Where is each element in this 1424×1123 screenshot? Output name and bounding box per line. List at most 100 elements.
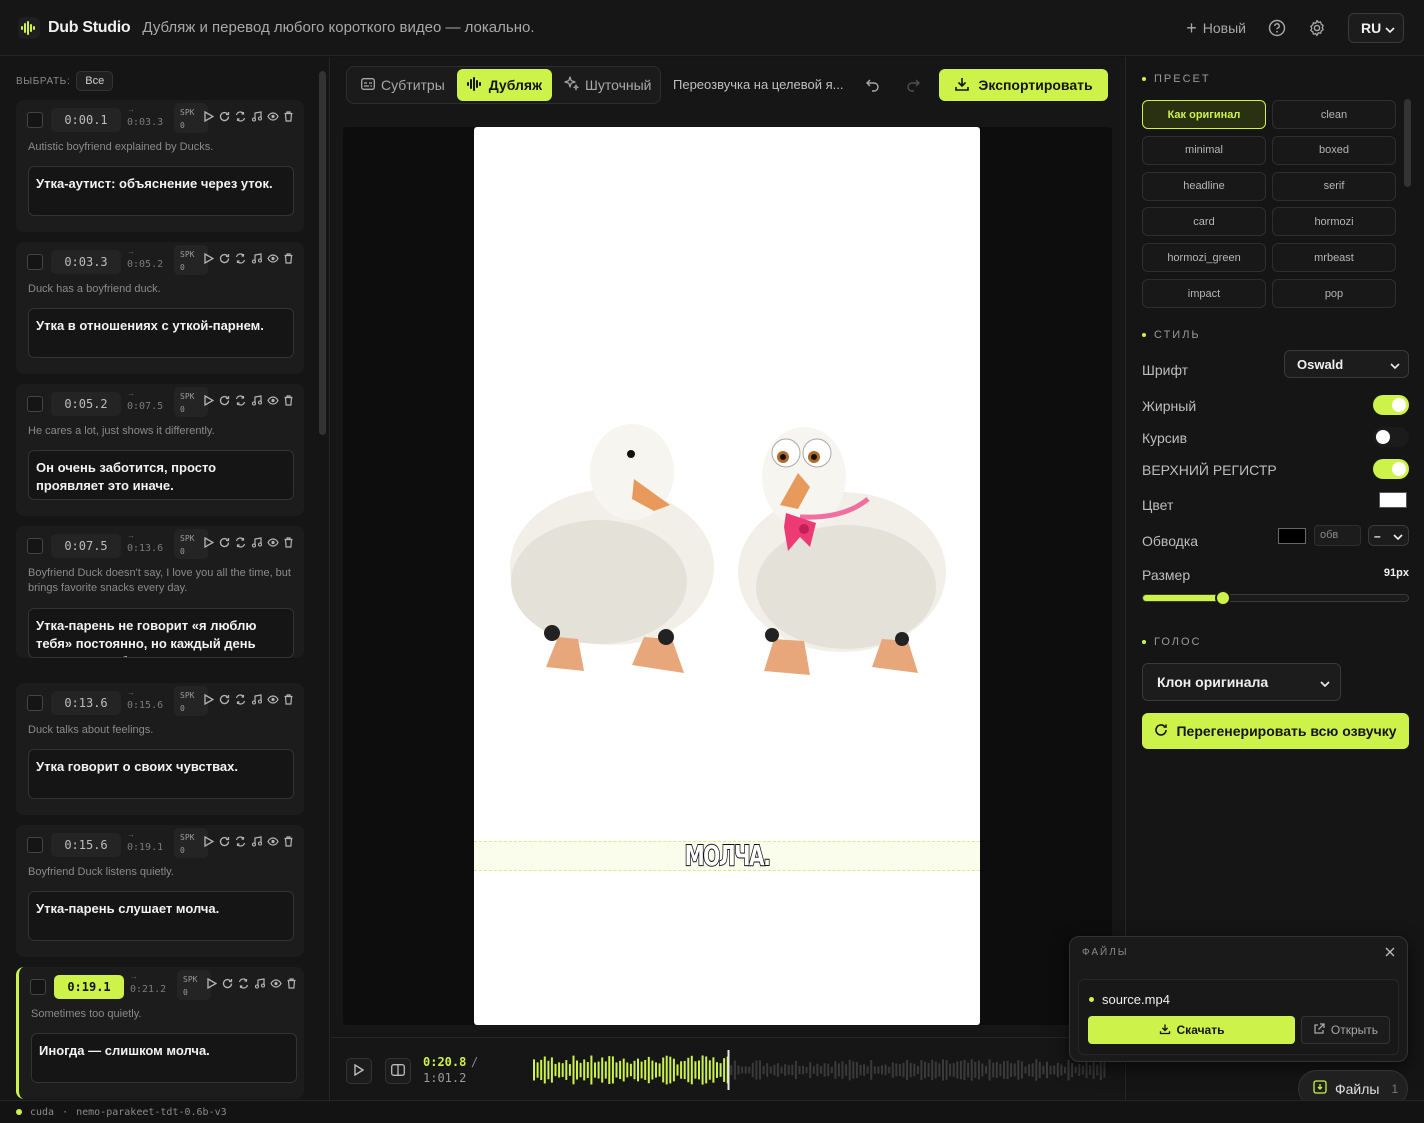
- play-icon[interactable]: [202, 394, 215, 407]
- segment-checkbox[interactable]: [27, 396, 43, 412]
- music-note-icon[interactable]: [250, 693, 263, 706]
- segment-checkbox[interactable]: [30, 979, 46, 995]
- music-note-icon[interactable]: [250, 536, 263, 549]
- segment-start-time[interactable]: 0:19.1: [54, 975, 124, 999]
- stroke-width-select[interactable]: –: [1368, 525, 1409, 546]
- segment-start-time[interactable]: 0:07.5: [51, 534, 121, 558]
- new-project-button[interactable]: + Новый: [1186, 19, 1246, 37]
- segment-checkbox[interactable]: [27, 254, 43, 270]
- preset-minimal[interactable]: minimal: [1142, 135, 1266, 165]
- segments-scrollbar[interactable]: [319, 71, 326, 435]
- brand[interactable]: Dub Studio: [18, 16, 131, 39]
- regenerate-icon[interactable]: [234, 252, 247, 265]
- presets-scrollbar[interactable]: [1404, 99, 1411, 187]
- play-icon[interactable]: [205, 977, 218, 990]
- split-view-button[interactable]: [385, 1058, 411, 1084]
- segment-start-time[interactable]: 0:00.1: [51, 108, 121, 132]
- preset-hormozi[interactable]: hormozi: [1272, 207, 1396, 237]
- play-icon[interactable]: [202, 835, 215, 848]
- uppercase-toggle[interactable]: [1373, 459, 1409, 479]
- language-select[interactable]: RU: [1348, 13, 1404, 43]
- trash-icon[interactable]: [282, 394, 295, 407]
- eye-icon[interactable]: [266, 693, 279, 706]
- music-note-icon[interactable]: [250, 252, 263, 265]
- segment-checkbox[interactable]: [27, 695, 43, 711]
- segment-start-time[interactable]: 0:15.6: [51, 833, 121, 857]
- play-button[interactable]: [346, 1058, 372, 1084]
- segment-card[interactable]: 0:19.1 → 0:21.2 SPK 0 Sometimes too quietly.…: [16, 967, 304, 1099]
- segment-translation-input[interactable]: Утка-парень слушает молча.: [28, 891, 294, 941]
- segment-card[interactable]: 0:07.5 → 0:13.6 SPK 0 Boyfriend Duck doesn't…: [16, 526, 304, 658]
- voice-select[interactable]: Клон оригинала: [1142, 663, 1341, 701]
- regenerate-all-button[interactable]: Перегенерировать всю озвучку: [1142, 713, 1409, 749]
- stroke-color-swatch[interactable]: [1278, 528, 1306, 544]
- tab-dubbing[interactable]: Дубляж: [456, 69, 552, 101]
- size-slider-handle[interactable]: [1214, 590, 1231, 606]
- tab-subtitles[interactable]: Субтитры: [351, 69, 455, 101]
- music-note-icon[interactable]: [250, 835, 263, 848]
- trash-icon[interactable]: [282, 835, 295, 848]
- trash-icon[interactable]: [282, 693, 295, 706]
- help-icon[interactable]: [1268, 19, 1286, 37]
- play-icon[interactable]: [202, 110, 215, 123]
- segment-translation-input[interactable]: Утка-парень не говорит «я люблю тебя» по…: [28, 608, 294, 658]
- segment-checkbox[interactable]: [27, 112, 43, 128]
- eye-icon[interactable]: [266, 252, 279, 265]
- segment-card[interactable]: 0:13.6 → 0:15.6 SPK 0 Duck talks about feeli…: [16, 683, 304, 815]
- music-note-icon[interactable]: [253, 977, 266, 990]
- preset-card[interactable]: card: [1142, 207, 1266, 237]
- play-icon[interactable]: [202, 252, 215, 265]
- regenerate-icon[interactable]: [234, 110, 247, 123]
- redo-segment-icon[interactable]: [218, 394, 231, 407]
- preset-hormozi-green[interactable]: hormozi_green: [1142, 243, 1266, 273]
- redo-icon[interactable]: [905, 76, 921, 95]
- eye-icon[interactable]: [266, 110, 279, 123]
- preset-serif[interactable]: serif: [1272, 171, 1396, 201]
- italic-toggle[interactable]: [1373, 427, 1409, 447]
- segment-card[interactable]: 0:15.6 → 0:19.1 SPK 0 Boyfriend Duck listens…: [16, 825, 304, 957]
- size-slider[interactable]: [1142, 590, 1409, 606]
- trash-icon[interactable]: [285, 977, 298, 990]
- segment-card[interactable]: 0:00.1 → 0:03.3 SPK 0 Autistic boyfriend exp…: [16, 100, 304, 232]
- redo-segment-icon[interactable]: [218, 110, 231, 123]
- stroke-side-field[interactable]: обв: [1314, 525, 1361, 546]
- music-note-icon[interactable]: [250, 110, 263, 123]
- font-select[interactable]: Oswald: [1284, 350, 1409, 378]
- select-all-button[interactable]: Все: [76, 71, 114, 91]
- segment-translation-input[interactable]: Утка-аутист: объяснение через уток.: [28, 166, 294, 216]
- close-icon[interactable]: [1385, 945, 1395, 960]
- redo-segment-icon[interactable]: [218, 835, 231, 848]
- open-button[interactable]: Открыть: [1301, 1016, 1390, 1044]
- eye-icon[interactable]: [266, 394, 279, 407]
- music-note-icon[interactable]: [250, 394, 263, 407]
- video-preview[interactable]: МОЛЧА.: [474, 127, 980, 1025]
- regenerate-icon[interactable]: [234, 394, 247, 407]
- bold-toggle[interactable]: [1373, 395, 1409, 415]
- preset-mrbeast[interactable]: mrbeast: [1272, 243, 1396, 273]
- settings-gear-icon[interactable]: [1308, 19, 1326, 37]
- preset-original[interactable]: Как оригинал: [1142, 100, 1266, 129]
- eye-icon[interactable]: [266, 835, 279, 848]
- segment-translation-input[interactable]: Утка в отношениях с уткой-парнем.: [28, 308, 294, 358]
- playhead[interactable]: [727, 1050, 730, 1090]
- segment-start-time[interactable]: 0:13.6: [51, 691, 121, 715]
- waveform-timeline[interactable]: [531, 1048, 1109, 1092]
- regenerate-icon[interactable]: [234, 536, 247, 549]
- segment-checkbox[interactable]: [27, 538, 43, 554]
- redo-segment-icon[interactable]: [218, 536, 231, 549]
- play-icon[interactable]: [202, 536, 215, 549]
- trash-icon[interactable]: [282, 110, 295, 123]
- segment-translation-input[interactable]: Иногда — слишком молча.: [31, 1033, 297, 1083]
- export-button[interactable]: Экспортировать: [939, 69, 1108, 101]
- redo-segment-icon[interactable]: [218, 693, 231, 706]
- segment-translation-input[interactable]: Он очень заботится, просто проявляет это…: [28, 450, 294, 500]
- download-button[interactable]: Скачать: [1088, 1016, 1295, 1044]
- segment-card[interactable]: 0:03.3 → 0:05.2 SPK 0 Duck has a boyfriend d…: [16, 242, 304, 374]
- regenerate-icon[interactable]: [234, 693, 247, 706]
- play-icon[interactable]: [202, 693, 215, 706]
- segment-checkbox[interactable]: [27, 837, 43, 853]
- segment-card[interactable]: 0:05.2 → 0:07.5 SPK 0 He cares a lot, just s…: [16, 384, 304, 516]
- preset-impact[interactable]: impact: [1142, 279, 1266, 308]
- regenerate-icon[interactable]: [237, 977, 250, 990]
- segment-start-time[interactable]: 0:03.3: [51, 250, 121, 274]
